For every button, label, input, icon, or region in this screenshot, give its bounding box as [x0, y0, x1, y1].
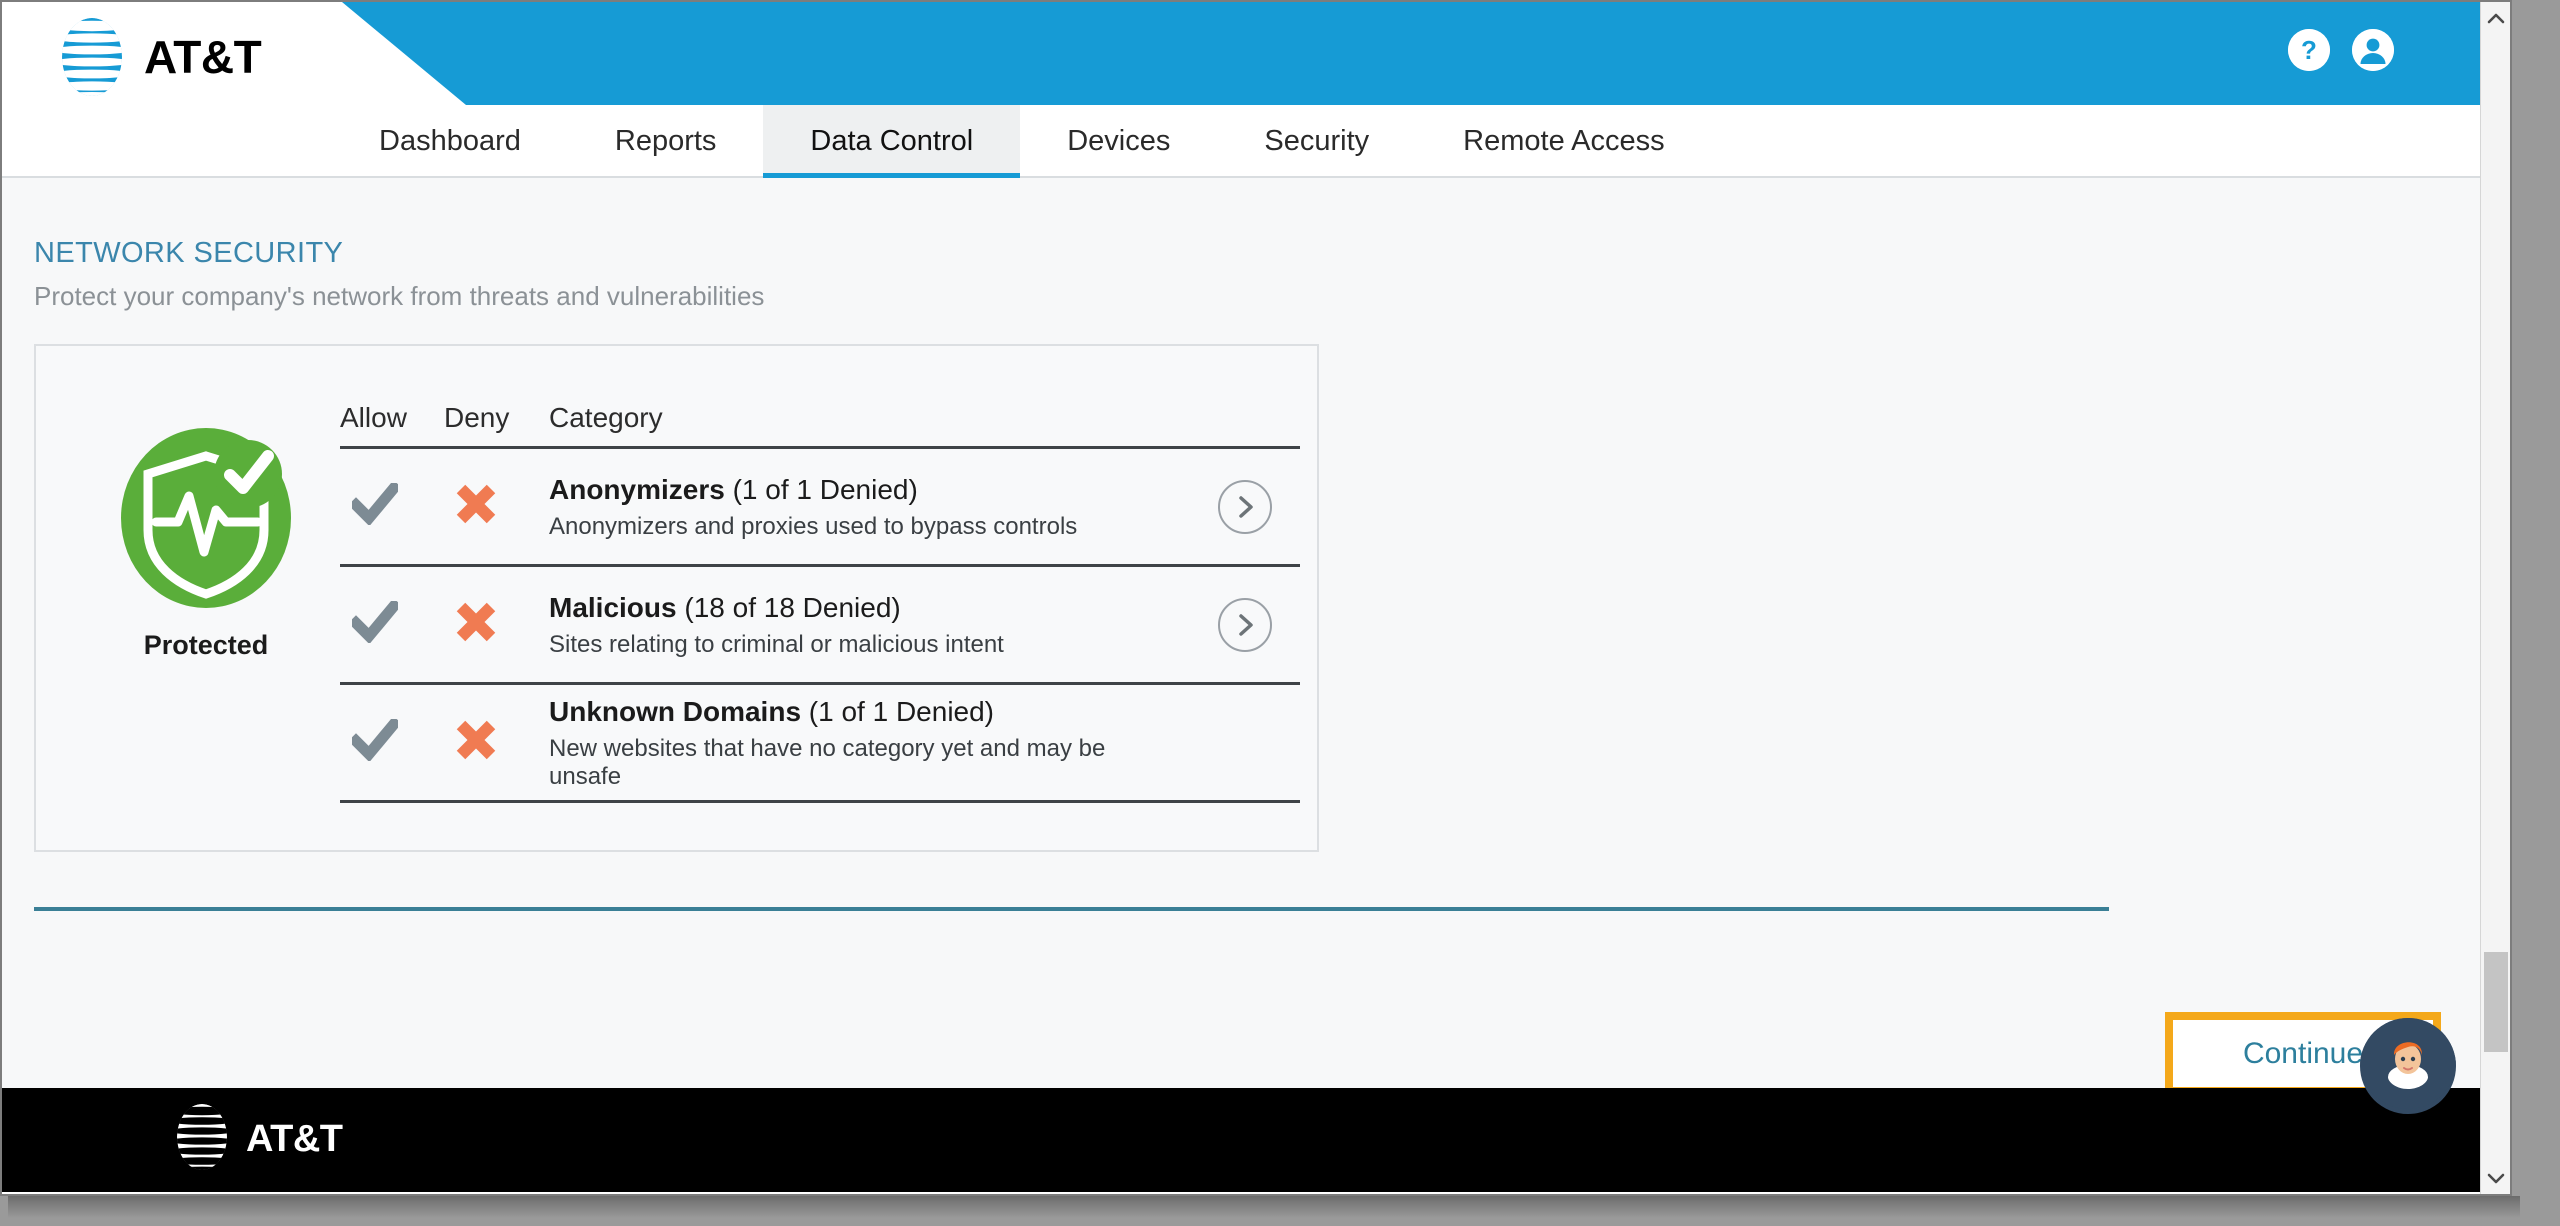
network-security-card: Protected Allow Deny Category Anonymizer…	[34, 344, 1319, 852]
category-title: Malicious (18 of 18 Denied)	[549, 590, 1174, 625]
category-name: Anonymizers	[549, 474, 725, 505]
att-globe-icon	[54, 16, 130, 98]
page-title: NETWORK SECURITY	[34, 237, 344, 269]
account-circle-icon[interactable]	[2352, 29, 2394, 71]
allow-toggle-malicious[interactable]	[340, 598, 444, 648]
column-header-allow: Allow	[340, 402, 407, 433]
table-row: Malicious (18 of 18 Denied) Sites relati…	[340, 567, 1300, 685]
footer-att-logo: AT&T	[170, 1102, 343, 1177]
help-circle-icon[interactable]: ?	[2288, 29, 2330, 71]
vertical-scrollbar[interactable]	[2480, 2, 2510, 1194]
column-header-deny: Deny	[444, 402, 510, 433]
check-icon	[348, 716, 402, 766]
category-name: Unknown Domains	[549, 696, 802, 727]
deny-toggle-anonymizers[interactable]	[444, 482, 549, 531]
column-header-category: Category	[549, 402, 663, 433]
chevron-down-icon[interactable]	[2481, 1162, 2510, 1194]
category-count: (1 of 1 Denied)	[808, 696, 995, 727]
nav-tab-devices[interactable]: Devices	[1020, 105, 1217, 178]
section-divider	[34, 907, 2109, 911]
browser-window: AT&T ? Dashboard Reports Data Control De…	[0, 0, 2512, 1196]
table-header-row: Allow Deny Category	[340, 402, 1300, 449]
category-table: Allow Deny Category Anonymizers (1 of 1 …	[340, 402, 1300, 803]
category-count: (1 of 1 Denied)	[732, 474, 918, 505]
svg-text:?: ?	[2301, 35, 2317, 65]
scrollbar-thumb[interactable]	[2484, 952, 2508, 1052]
nav-tab-label: Data Control	[810, 125, 974, 157]
category-cell: Unknown Domains (1 of 1 Denied) New webs…	[549, 694, 1190, 791]
nav-tab-label: Reports	[614, 125, 717, 157]
nav-tab-dashboard[interactable]: Dashboard	[332, 105, 568, 178]
nav-tab-data-control[interactable]: Data Control	[763, 105, 1021, 196]
category-name: Malicious	[549, 592, 677, 623]
cross-icon	[454, 600, 498, 649]
deny-toggle-unknown-domains[interactable]	[444, 718, 549, 767]
allow-toggle-unknown-domains[interactable]	[340, 716, 444, 766]
row-detail-cell	[1190, 597, 1300, 652]
category-description: New websites that have no category yet a…	[549, 735, 1106, 790]
nav-tab-list: Dashboard Reports Data Control Devices S…	[332, 105, 1712, 196]
chat-assistant-button[interactable]	[2360, 1018, 2456, 1114]
att-globe-icon	[170, 1102, 234, 1177]
nav-tab-label: Devices	[1067, 125, 1171, 157]
main-content: NETWORK SECURITY Protect your company's …	[2, 178, 2484, 1095]
att-wordmark: AT&T	[246, 1118, 343, 1160]
protection-status-label: Protected	[143, 630, 269, 660]
nav-tab-label: Security	[1264, 125, 1370, 157]
nav-tab-reports[interactable]: Reports	[568, 105, 764, 178]
check-icon	[348, 480, 402, 530]
category-count: (18 of 18 Denied)	[684, 592, 901, 623]
nav-tab-label: Dashboard	[379, 125, 521, 157]
category-cell: Anonymizers (1 of 1 Denied) Anonymizers …	[549, 472, 1190, 541]
nav-tab-security[interactable]: Security	[1217, 105, 1416, 178]
chevron-right-circle-icon[interactable]	[1218, 479, 1272, 534]
category-description: Sites relating to criminal or malicious …	[549, 631, 1004, 658]
category-title: Anonymizers (1 of 1 Denied)	[549, 472, 1174, 507]
protection-status: Protected	[86, 426, 326, 661]
agent-avatar-icon	[2360, 1018, 2456, 1114]
page-subtitle: Protect your company's network from thre…	[34, 281, 765, 311]
nav-tab-label: Remote Access	[1463, 125, 1665, 157]
chevron-right-circle-icon[interactable]	[1218, 597, 1272, 652]
shield-pulse-check-icon	[116, 428, 296, 615]
att-wordmark: AT&T	[144, 31, 262, 83]
row-detail-cell	[1190, 479, 1300, 534]
header-icon-group: ?	[2288, 29, 2394, 71]
window-drop-shadow	[8, 1196, 2520, 1218]
category-description: Anonymizers and proxies used to bypass c…	[549, 513, 1078, 540]
category-title: Unknown Domains (1 of 1 Denied)	[549, 694, 1174, 729]
main-navigation: Dashboard Reports Data Control Devices S…	[2, 105, 2484, 196]
category-cell: Malicious (18 of 18 Denied) Sites relati…	[549, 590, 1190, 659]
nav-tab-remote-access[interactable]: Remote Access	[1416, 105, 1711, 178]
app-header: AT&T ?	[2, 2, 2484, 105]
cross-icon	[454, 482, 498, 531]
allow-toggle-anonymizers[interactable]	[340, 480, 444, 530]
table-row: Anonymizers (1 of 1 Denied) Anonymizers …	[340, 449, 1300, 567]
page-footer: AT&T	[2, 1088, 2484, 1192]
check-icon	[348, 598, 402, 648]
cross-icon	[454, 718, 498, 767]
table-row: Unknown Domains (1 of 1 Denied) New webs…	[340, 685, 1300, 803]
header-blue-band	[342, 2, 2484, 105]
deny-toggle-malicious[interactable]	[444, 600, 549, 649]
chevron-up-icon[interactable]	[2481, 2, 2510, 34]
att-logo[interactable]: AT&T	[54, 16, 262, 98]
